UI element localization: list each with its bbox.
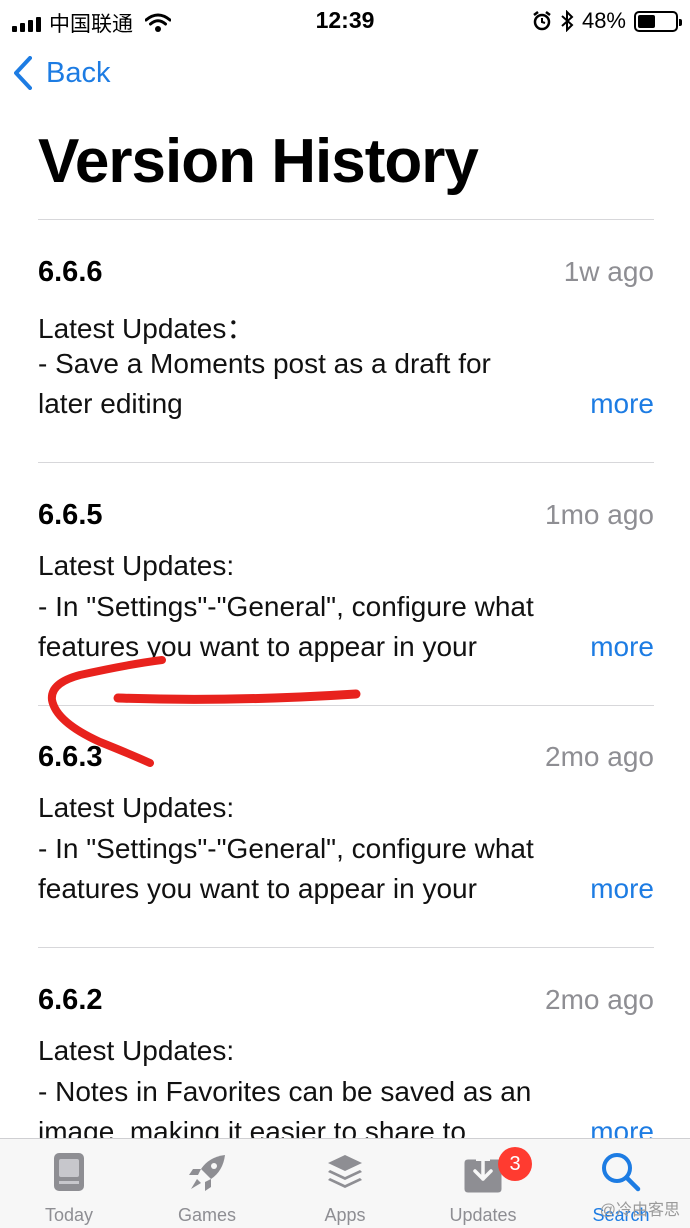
more-link[interactable]: more <box>590 1116 654 1138</box>
version-number: 6.6.5 <box>38 499 103 531</box>
chevron-left-icon <box>14 56 32 90</box>
version-number: 6.6.2 <box>38 984 103 1016</box>
entry-divider <box>38 462 654 463</box>
page-title: Version History <box>38 127 479 196</box>
tab-label: Games <box>177 1205 237 1225</box>
notes-line: - Notes in Favorites can be saved as an <box>38 1076 532 1107</box>
layers-icon <box>328 1155 362 1188</box>
tab-today[interactable]: Today <box>0 1139 138 1228</box>
more-link[interactable]: more <box>590 873 654 905</box>
notes-line: Latest Updates: <box>38 1035 235 1066</box>
notes-line: - Save a Moments post as a draft for <box>38 348 491 379</box>
version-date: 2mo ago <box>545 741 654 772</box>
tab-apps[interactable]: Apps <box>276 1139 414 1228</box>
bluetooth-icon <box>561 10 574 32</box>
battery-cap <box>679 18 682 26</box>
more-link[interactable]: more <box>590 388 654 420</box>
version-entry: 6.6.5 1mo ago Latest Updates: - In "Sett… <box>38 499 654 669</box>
tab-bar: Today Games Apps Updates Search <box>0 1138 690 1228</box>
status-right: 48% <box>532 8 682 34</box>
back-button[interactable]: Back <box>14 56 110 90</box>
tab-label: Updates <box>449 1205 517 1225</box>
updates-badge: 3 <box>498 1147 532 1181</box>
rocket-icon <box>189 1155 225 1191</box>
tab-updates[interactable]: Updates <box>414 1139 552 1228</box>
notes-line: - In "Settings"-"General", configure wha… <box>38 591 534 622</box>
today-icon <box>54 1153 84 1191</box>
version-entry: 6.6.6 1w ago Latest Updates： - Save a Mo… <box>38 256 654 426</box>
status-bar: 中国联通 12:39 48% <box>0 0 690 40</box>
battery-fill <box>638 14 656 28</box>
tab-games[interactable]: Games <box>138 1139 276 1228</box>
notes-line: Latest Updates: <box>38 550 235 581</box>
version-date: 2mo ago <box>545 984 654 1015</box>
version-date: 1mo ago <box>545 499 654 530</box>
title-divider <box>38 219 654 220</box>
version-number: 6.6.6 <box>38 256 103 288</box>
notes-line: later editing <box>38 388 183 419</box>
search-icon <box>602 1153 641 1192</box>
watermark: @冷由客思 <box>599 1202 680 1219</box>
notes-line: - In "Settings"-"General", configure wha… <box>38 833 534 864</box>
notes-line: features you want to appear in your <box>38 873 477 904</box>
tab-label: Apps <box>324 1205 366 1225</box>
notes-line: Latest Updates： <box>38 313 255 344</box>
battery-icon <box>634 10 682 32</box>
notes-line: Latest Updates: <box>38 792 235 823</box>
entry-divider <box>38 947 654 948</box>
back-label: Back <box>46 56 111 89</box>
tab-label: Today <box>44 1205 94 1225</box>
battery-percent: 48% <box>581 8 626 33</box>
notes-line: image, making it easier to share to <box>38 1116 466 1138</box>
annotation-arrow <box>47 656 361 767</box>
more-link[interactable]: more <box>590 631 654 663</box>
alarm-icon <box>533 11 551 31</box>
version-entry: 6.6.2 2mo ago Latest Updates: - Notes in… <box>38 984 654 1138</box>
download-icon <box>464 1151 502 1193</box>
version-date: 1w ago <box>563 256 654 287</box>
